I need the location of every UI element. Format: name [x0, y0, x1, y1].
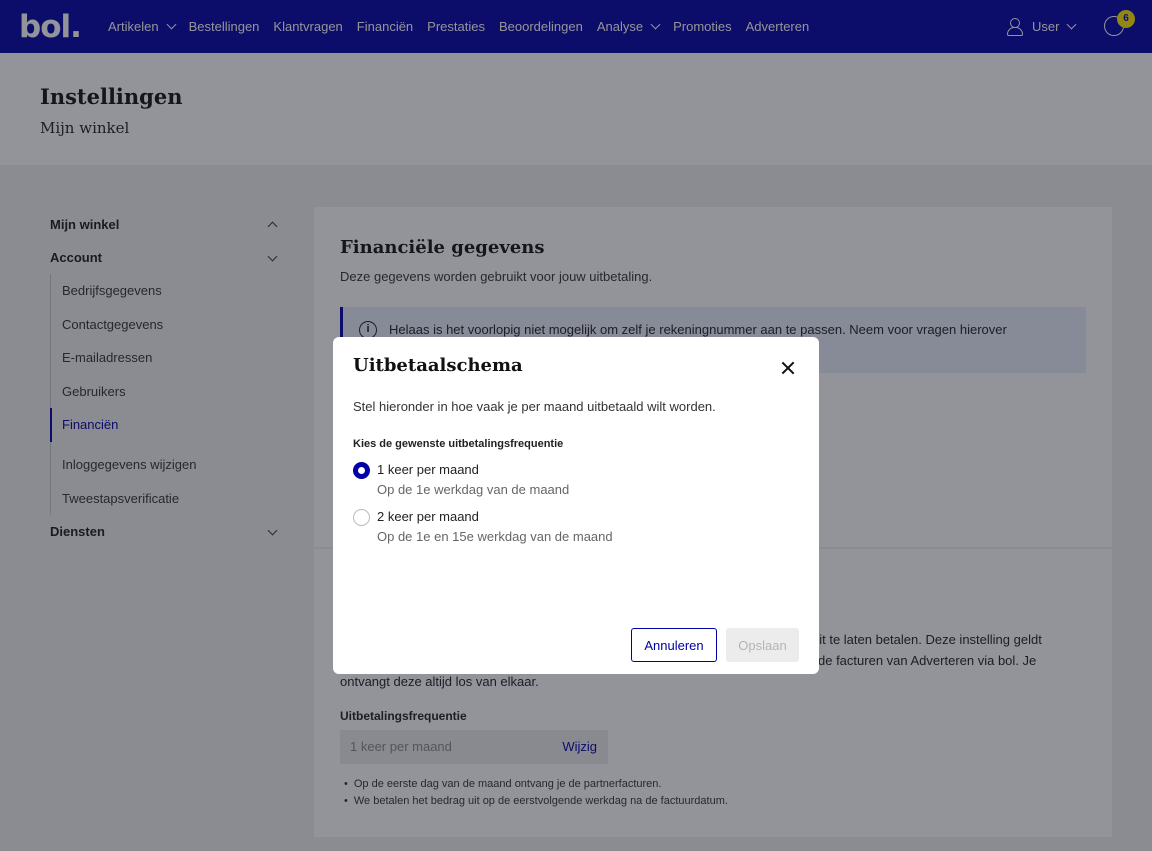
option-sublabel: Op de 1e en 15e werkdag van de maand	[377, 529, 613, 544]
modal-description: Stel hieronder in hoe vaak je per maand …	[353, 399, 716, 414]
option-label: 1 keer per maand	[377, 462, 479, 477]
modal-title: Uitbetaalschema	[353, 355, 523, 376]
close-icon[interactable]	[779, 359, 797, 377]
radio-once-monthly[interactable]	[353, 462, 370, 479]
option-sublabel: Op de 1e werkdag van de maand	[377, 482, 570, 497]
option-label: 2 keer per maand	[377, 509, 479, 524]
cancel-button[interactable]: Annuleren	[631, 628, 717, 662]
save-button[interactable]: Opslaan	[726, 628, 799, 662]
frequency-label: Kies de gewenste uitbetalingsfrequentie	[353, 438, 564, 450]
payout-schedule-modal: Uitbetaalschema Stel hieronder in hoe va…	[333, 337, 819, 674]
radio-twice-monthly[interactable]	[353, 509, 370, 526]
